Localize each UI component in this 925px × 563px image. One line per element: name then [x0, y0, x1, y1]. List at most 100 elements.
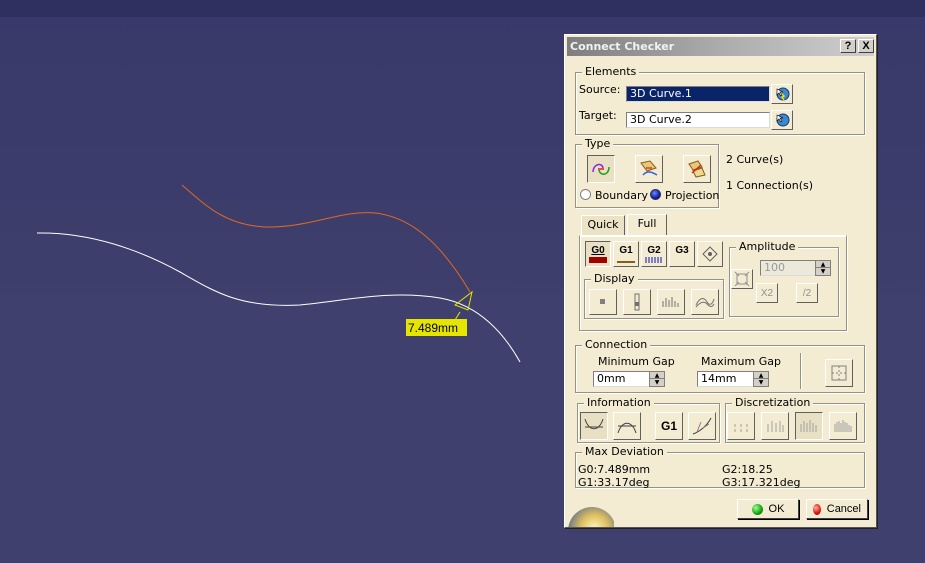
overlap-button[interactable] — [697, 241, 723, 267]
connection-count: 1 Connection(s) — [726, 179, 814, 192]
surface-surface-type-button[interactable] — [683, 155, 711, 183]
amplitude-spinner[interactable]: ▲ ▼ — [815, 260, 831, 276]
cancel-label: Cancel — [826, 503, 861, 515]
max-deviation-g0: G0:7.489mm — [578, 463, 651, 476]
comb-icon — [662, 297, 679, 307]
min-gap-spinner[interactable]: ▲ ▼ — [649, 371, 665, 387]
dialog-titlebar[interactable]: Connect Checker ? X — [567, 37, 874, 56]
internal-edges-icon — [831, 365, 847, 381]
g3-button[interactable]: G3 — [669, 241, 695, 267]
discretization-medium-button[interactable] — [795, 412, 823, 440]
curve-count: 2 Curve(s) — [726, 153, 784, 166]
help-button[interactable]: ? — [840, 39, 856, 53]
overlap-icon — [702, 246, 718, 262]
tab-quick[interactable]: Quick — [581, 215, 625, 235]
surface-curve-icon — [640, 160, 658, 176]
connection-legend: Connection — [582, 338, 651, 351]
cancel-button[interactable]: Cancel — [806, 499, 868, 519]
info-g1-label: G1 — [660, 419, 677, 433]
projection-radio[interactable] — [650, 189, 661, 200]
discretization-light-button[interactable] — [727, 412, 755, 440]
g0-button[interactable]: G0 — [585, 241, 611, 267]
surface-connection-icon — [688, 160, 706, 178]
envelope-icon — [695, 298, 715, 308]
g0-label: G0 — [591, 245, 605, 256]
maximum-icon — [617, 422, 637, 434]
display-limited-button[interactable] — [589, 289, 617, 315]
discretization-fine-button[interactable] — [829, 412, 857, 440]
g2-label: G2 — [647, 245, 661, 256]
catia-globe-logo — [568, 507, 614, 527]
fine-discretization-icon — [834, 420, 852, 432]
ok-button[interactable]: OK — [737, 499, 799, 519]
curve-connection-icon — [592, 163, 610, 175]
projection-label: Projection — [665, 189, 720, 202]
g0-color-icon — [589, 257, 607, 263]
min-gap-field[interactable]: 0mm — [593, 371, 651, 387]
discretization-legend: Discretization — [732, 396, 814, 409]
ok-label: OK — [768, 503, 785, 515]
connection-divider — [800, 353, 801, 389]
max-gap-field[interactable]: 14mm — [697, 371, 755, 387]
auto-scale-button[interactable] — [731, 269, 753, 289]
amplitude-div2-button[interactable]: /2 — [796, 283, 818, 303]
g1-color-icon — [617, 257, 635, 263]
coarse-discretization-icon — [767, 421, 784, 432]
curvature-icon — [692, 417, 712, 435]
info-max-button[interactable] — [613, 412, 641, 440]
display-legend: Display — [591, 272, 638, 285]
amplitude-legend: Amplitude — [736, 240, 799, 253]
source-field[interactable]: 3D Curve.1 — [626, 86, 770, 102]
connect-checker-dialog: Connect Checker ? X Elements Source: 3D … — [564, 34, 877, 528]
info-g1-button[interactable]: G1 — [655, 412, 683, 440]
cancel-icon — [813, 503, 821, 515]
display-comb-button[interactable] — [657, 289, 685, 315]
display-full-color-button[interactable] — [623, 289, 651, 315]
display-envelope-button[interactable] — [691, 289, 719, 315]
g1-label: G1 — [619, 245, 633, 256]
max-gap-spinner[interactable]: ▲ ▼ — [753, 371, 769, 387]
elements-legend: Elements — [582, 65, 640, 78]
dialog-title: Connect Checker — [570, 40, 675, 53]
min-gap-label: Minimum Gap — [598, 355, 675, 368]
boundary-label: Boundary — [595, 189, 648, 202]
internal-edges-button[interactable] — [825, 359, 853, 387]
source-select-button[interactable] — [771, 84, 793, 104]
limited-color-icon — [600, 299, 605, 304]
type-legend: Type — [582, 137, 614, 150]
amplitude-field[interactable]: 100 — [760, 260, 818, 276]
select-element-icon — [776, 113, 790, 127]
minimum-icon — [584, 418, 604, 430]
g1-button[interactable]: G1 — [613, 241, 639, 267]
max-deviation-g2: G2:18.25 — [722, 463, 773, 476]
amplitude-x2-button[interactable]: X2 — [756, 283, 778, 303]
information-legend: Information — [584, 396, 654, 409]
info-curvature-button[interactable] — [688, 412, 716, 440]
medium-discretization-icon — [800, 420, 817, 432]
max-deviation-g3: G3:17.321deg — [722, 476, 801, 489]
max-deviation-g1: G1:33.17deg — [578, 476, 650, 489]
close-button[interactable]: X — [858, 39, 874, 53]
target-field[interactable]: 3D Curve.2 — [626, 112, 770, 128]
max-deviation-legend: Max Deviation — [582, 445, 667, 458]
target-label: Target: — [579, 109, 617, 122]
discretization-coarse-button[interactable] — [761, 412, 789, 440]
g2-button[interactable]: G2 — [641, 241, 667, 267]
auto-scale-icon — [734, 271, 750, 287]
target-select-button[interactable] — [771, 110, 793, 130]
ok-icon — [751, 503, 763, 515]
g2-color-icon — [645, 257, 663, 263]
full-color-icon — [634, 293, 640, 311]
g3-color-icon — [673, 257, 691, 263]
source-label: Source: — [579, 83, 621, 96]
max-gap-label: Maximum Gap — [701, 355, 781, 368]
info-min-button[interactable] — [580, 412, 608, 440]
boundary-radio[interactable] — [580, 189, 591, 200]
curve-curve-type-button[interactable] — [587, 155, 615, 183]
measurement-label: 7.489mm — [408, 321, 458, 335]
tab-full[interactable]: Full — [627, 214, 667, 236]
select-element-icon — [776, 87, 790, 101]
light-discretization-icon — [734, 422, 748, 432]
surface-curve-type-button[interactable] — [635, 155, 663, 183]
g3-label: G3 — [675, 245, 689, 256]
